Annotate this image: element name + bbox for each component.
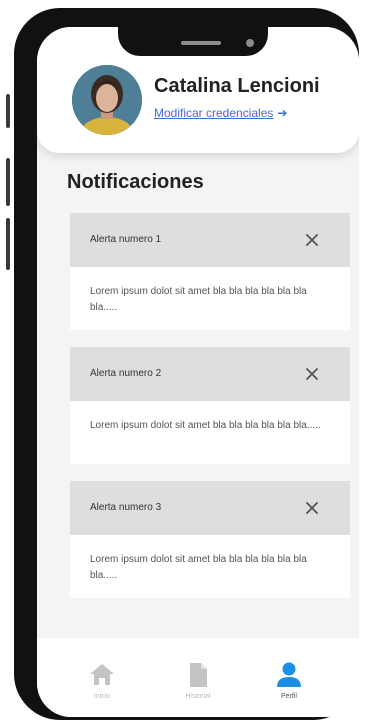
close-icon[interactable] bbox=[300, 228, 324, 252]
arrow-right-icon: ➔ bbox=[277, 106, 288, 120]
home-icon bbox=[90, 664, 114, 685]
alert-card: Alerta numero 3 Lorem ipsum dolot sit am… bbox=[70, 481, 350, 598]
alert-body: Lorem ipsum dolot sit amet bla bla bla b… bbox=[90, 286, 307, 313]
alert-title: Alerta numero 2 bbox=[90, 368, 162, 379]
tab-historial[interactable]: Historial bbox=[148, 638, 248, 717]
avatar bbox=[72, 65, 142, 135]
phone-volume-down-button bbox=[6, 218, 10, 270]
tab-perfil[interactable]: Perfil bbox=[239, 638, 339, 717]
person-icon bbox=[277, 662, 301, 687]
close-icon[interactable] bbox=[300, 496, 324, 520]
alert-card: Alerta numero 2 Lorem ipsum dolot sit am… bbox=[70, 347, 350, 464]
alert-header: Alerta numero 3 bbox=[70, 481, 350, 535]
speaker-grille bbox=[181, 41, 221, 45]
alert-title: Alerta numero 3 bbox=[90, 502, 162, 513]
tab-inicio[interactable]: Inicio bbox=[52, 638, 152, 717]
tab-label: Perfil bbox=[281, 693, 297, 700]
edit-credentials-label: Modificar credenciales bbox=[154, 106, 274, 120]
alert-body: Lorem ipsum dolot sit amet bla bla bla b… bbox=[90, 554, 307, 581]
phone-frame: Catalina Lencioni Modificar credenciales… bbox=[14, 8, 359, 720]
alert-header: Alerta numero 2 bbox=[70, 347, 350, 401]
user-name: Catalina Lencioni bbox=[154, 75, 320, 97]
tab-label: Historial bbox=[185, 693, 211, 700]
edit-credentials-link[interactable]: Modificar credenciales ➔ bbox=[154, 106, 287, 120]
bottom-tab-bar: Inicio Historial Perfil bbox=[37, 638, 359, 717]
close-icon[interactable] bbox=[300, 362, 324, 386]
alert-header: Alerta numero 1 bbox=[70, 213, 350, 267]
app-screen: Catalina Lencioni Modificar credenciales… bbox=[37, 27, 359, 717]
alert-body: Lorem ipsum dolot sit amet bla bla bla b… bbox=[90, 420, 321, 431]
tab-label: Inicio bbox=[93, 693, 111, 700]
document-icon bbox=[190, 663, 207, 687]
phone-side-button bbox=[6, 94, 10, 128]
phone-volume-up-button bbox=[6, 158, 10, 206]
front-camera bbox=[246, 39, 254, 47]
notifications-title: Notificaciones bbox=[67, 171, 204, 193]
phone-notch bbox=[118, 16, 268, 56]
alert-title: Alerta numero 1 bbox=[90, 234, 162, 245]
alert-card: Alerta numero 1 Lorem ipsum dolot sit am… bbox=[70, 213, 350, 330]
